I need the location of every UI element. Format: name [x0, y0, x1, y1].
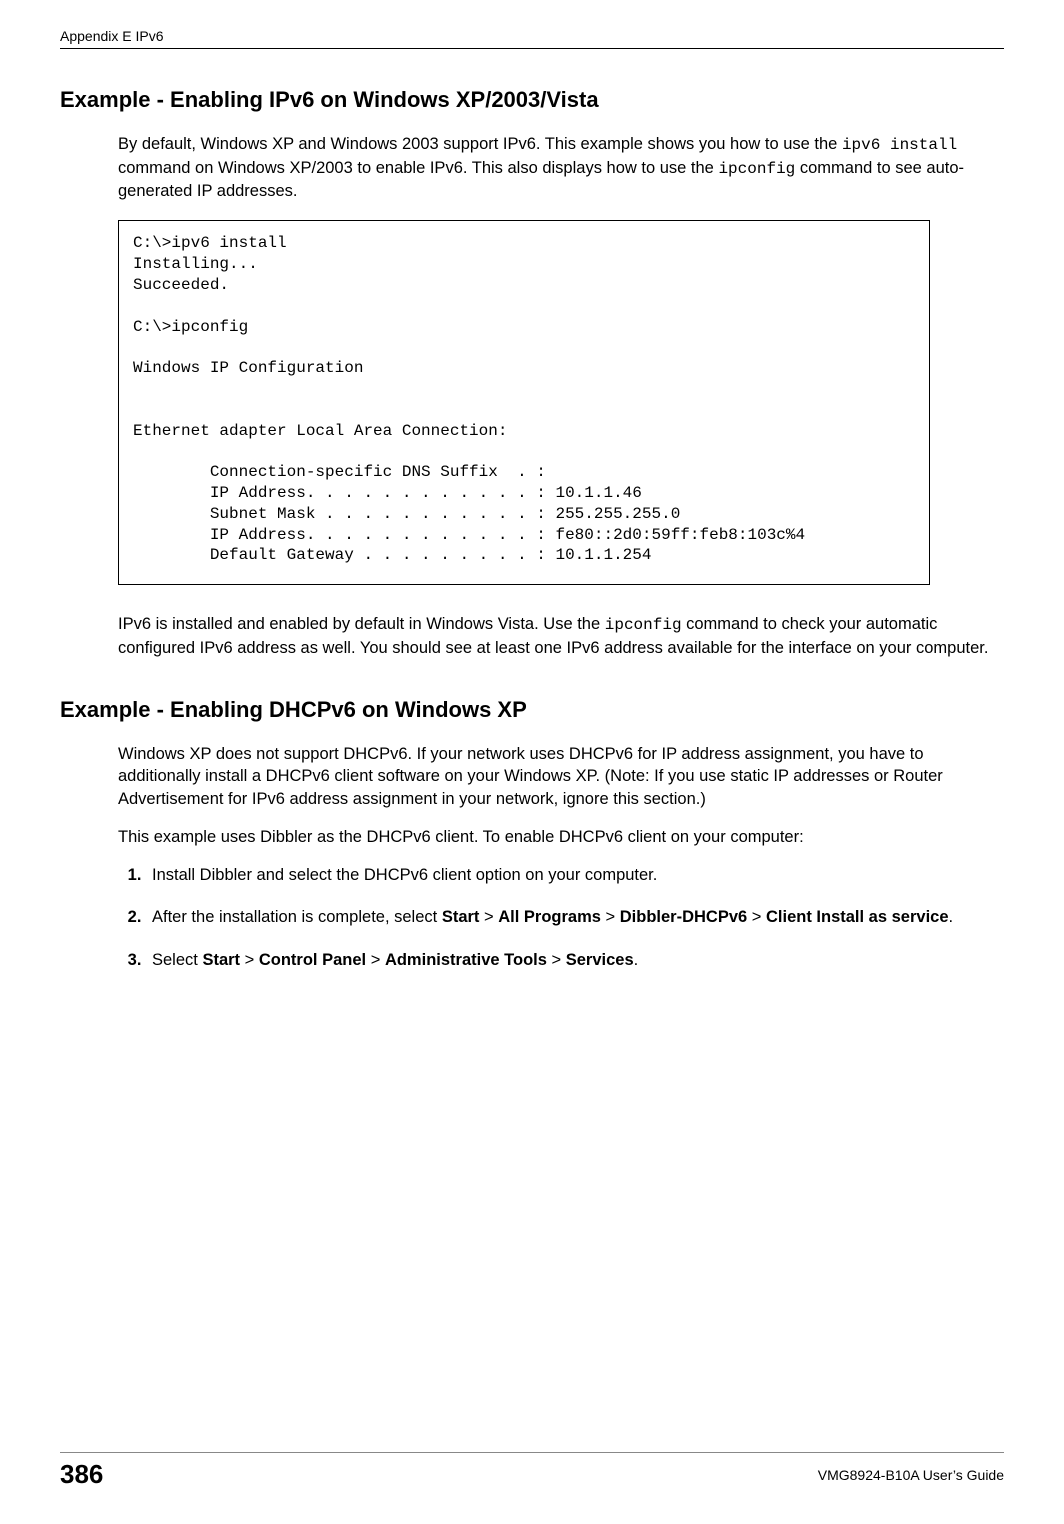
- text-run: command on Windows XP/2003 to enable IPv…: [118, 159, 718, 177]
- separator: >: [747, 908, 766, 926]
- header-left-text: Appendix E IPv6: [60, 28, 164, 44]
- page-content: Example - Enabling IPv6 on Windows XP/20…: [0, 87, 1064, 971]
- example2-paragraph2: This example uses Dibbler as the DHCPv6 …: [118, 826, 1004, 848]
- example1-paragraph2: IPv6 is installed and enabled by default…: [118, 613, 1004, 659]
- step-3: Select Start > Control Panel > Administr…: [146, 949, 1004, 971]
- step-1: Install Dibbler and select the DHCPv6 cl…: [146, 864, 1004, 886]
- guide-title: VMG8924-B10A User’s Guide: [818, 1467, 1004, 1483]
- separator: >: [547, 951, 566, 969]
- inline-code-ipv6-install: ipv6 install: [842, 136, 957, 154]
- code-block-ipv6-install: C:\>ipv6 install Installing... Succeeded…: [118, 220, 930, 585]
- inline-code-ipconfig-vista: ipconfig: [605, 616, 682, 634]
- menu-administrative-tools: Administrative Tools: [385, 951, 547, 969]
- menu-dibbler-dhcpv6: Dibbler-DHCPv6: [620, 908, 747, 926]
- text-run: By default, Windows XP and Windows 2003 …: [118, 135, 842, 153]
- menu-control-panel: Control Panel: [259, 951, 366, 969]
- section-heading-example2: Example - Enabling DHCPv6 on Windows XP: [60, 697, 1004, 723]
- menu-client-install: Client Install as service: [766, 908, 949, 926]
- page-header: Appendix E IPv6: [60, 0, 1004, 49]
- page-footer: 386 VMG8924-B10A User’s Guide: [60, 1452, 1004, 1490]
- separator: >: [601, 908, 620, 926]
- separator: >: [240, 951, 259, 969]
- menu-all-programs: All Programs: [498, 908, 601, 926]
- step-text: Install Dibbler and select the DHCPv6 cl…: [152, 866, 657, 884]
- text-run: After the installation is complete, sele…: [152, 908, 442, 926]
- text-run: .: [949, 908, 954, 926]
- inline-code-ipconfig: ipconfig: [718, 160, 795, 178]
- separator: >: [366, 951, 385, 969]
- menu-services: Services: [566, 951, 634, 969]
- page-number: 386: [60, 1459, 103, 1490]
- text-run: IPv6 is installed and enabled by default…: [118, 615, 605, 633]
- menu-start: Start: [442, 908, 480, 926]
- section-heading-example1: Example - Enabling IPv6 on Windows XP/20…: [60, 87, 1004, 113]
- example2-paragraph1: Windows XP does not support DHCPv6. If y…: [118, 743, 1004, 810]
- menu-start: Start: [202, 951, 240, 969]
- text-run: Select: [152, 951, 202, 969]
- separator: >: [479, 908, 498, 926]
- steps-list: Install Dibbler and select the DHCPv6 cl…: [118, 864, 1004, 971]
- step-2: After the installation is complete, sele…: [146, 906, 1004, 928]
- example1-paragraph1: By default, Windows XP and Windows 2003 …: [118, 133, 1004, 202]
- text-run: .: [634, 951, 639, 969]
